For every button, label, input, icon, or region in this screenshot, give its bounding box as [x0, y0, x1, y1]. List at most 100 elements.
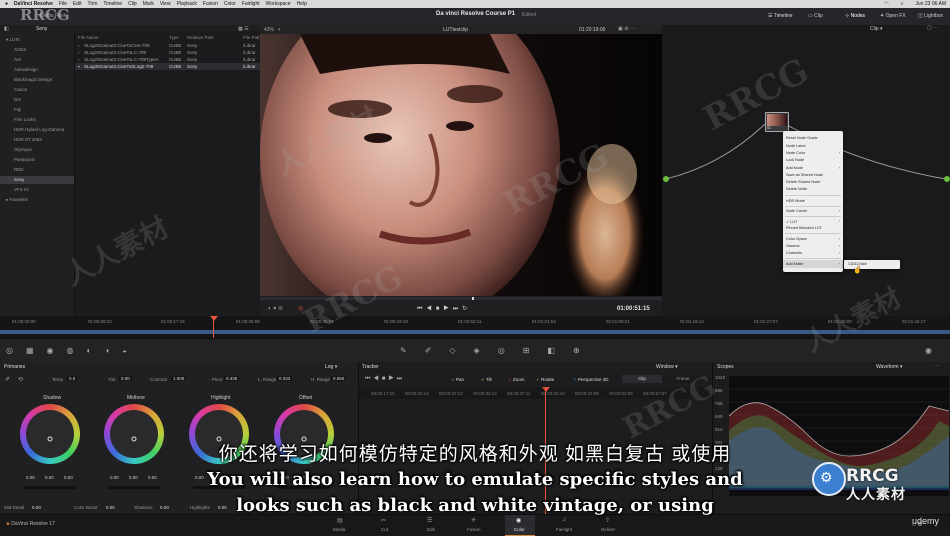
scope-options-icon[interactable]: ⋯ — [935, 363, 940, 369]
lrange-field[interactable]: 0.333 — [277, 376, 293, 381]
menu-item[interactable]: Gamma — [786, 244, 800, 248]
page-fairlight[interactable]: ♫ Fairlight — [553, 517, 579, 534]
tree-item[interactable]: ▸ Favorites — [6, 197, 28, 203]
check-zoom[interactable]: ✓ Zoom — [508, 377, 525, 383]
page-edit[interactable]: ☰ Edit — [418, 517, 444, 534]
menu-item[interactable]: Fairlight — [242, 1, 260, 7]
check-perspective[interactable]: ✓ Perspective 3D — [573, 377, 609, 383]
table-row[interactable]: ▫ SLog2SGamut3.CineToLC-709TypeA CUBE So… — [75, 56, 260, 63]
menu-item[interactable]: Node Cache — [786, 209, 807, 213]
menu-item[interactable]: View — [160, 1, 171, 7]
wifi-icon[interactable]: ◠ — [884, 1, 888, 7]
tracker-mode-select[interactable]: Window ▾ — [656, 364, 678, 370]
chevron-down-icon[interactable]: ▾ — [278, 27, 281, 33]
menu-item[interactable]: Fusion — [203, 1, 218, 7]
menu-item[interactable]: Channels — [786, 251, 802, 255]
column-header[interactable]: Type — [169, 35, 179, 40]
auto-balance-icon[interactable]: ⟲ — [18, 376, 23, 383]
tree-item[interactable]: ACES — [14, 47, 26, 52]
check-tilt[interactable]: ✓ Tilt — [481, 377, 492, 383]
tree-item[interactable]: Olympus — [14, 147, 32, 152]
menu-item[interactable]: Delete Shared Node — [786, 180, 820, 184]
tree-item[interactable]: ▾ LUTs — [6, 37, 20, 43]
table-row[interactable]: ▫ SLog2SGamut3.CineToCine-709 CUBE Sony … — [75, 42, 260, 49]
column-header[interactable]: File Path — [243, 35, 261, 40]
tree-item[interactable]: Film Looks — [14, 117, 36, 122]
menu-item[interactable]: Add Matte — [786, 262, 803, 266]
clip-button[interactable]: ▭ Clip — [808, 13, 823, 19]
transport-controls[interactable]: ⏮◀■▶⏭↻ — [417, 305, 471, 313]
tree-item[interactable]: Canon — [14, 87, 27, 92]
page-fusion[interactable]: ✳ Fusion — [462, 517, 488, 534]
tint-field[interactable]: 0.00 — [119, 376, 132, 381]
scrubber-handle[interactable] — [472, 297, 474, 300]
viewer-zoom[interactable]: 43% — [264, 27, 274, 33]
menu-item[interactable]: Node Label — [786, 144, 805, 148]
check-rotate[interactable]: ✓ Rotate — [536, 377, 554, 383]
column-header[interactable]: Relative Path — [187, 35, 214, 40]
menu-item[interactable]: Reset Node Grade — [786, 136, 818, 140]
tree-item[interactable]: RED — [14, 167, 24, 172]
tab-clip[interactable]: Clip — [622, 375, 662, 383]
menu-item[interactable]: Mark — [143, 1, 154, 7]
keyframe-icon[interactable]: ◉ — [925, 346, 932, 355]
tree-item-selected[interactable]: Sony — [0, 176, 74, 184]
menu-item[interactable]: Color — [224, 1, 236, 7]
menu-item[interactable]: Delete Node — [786, 187, 807, 191]
palette-icons-left[interactable]: ◎▦◉◍◐◑◒ — [6, 346, 140, 355]
menubar-clock[interactable]: Jun 23 06 AM — [915, 1, 946, 7]
apple-icon[interactable]: ● — [5, 1, 8, 7]
search-icon[interactable]: ⌕ — [901, 1, 904, 7]
menu-item[interactable]: ✓ LUT — [786, 219, 797, 224]
tree-item[interactable]: Blackmagic Design — [14, 77, 52, 82]
menu-item[interactable]: Timeline — [103, 1, 122, 7]
page-cut[interactable]: ✂ Cut — [372, 517, 398, 534]
node-output[interactable] — [944, 176, 950, 182]
scope-type-select[interactable]: Waveform ▾ — [876, 364, 903, 370]
tree-item[interactable]: HDR Hybrid Log-Gamma — [14, 127, 64, 132]
node-input[interactable] — [663, 176, 669, 182]
eyedropper-icon[interactable]: ✐ — [5, 376, 10, 383]
tree-item[interactable]: Panasonic — [14, 157, 35, 162]
menu-item[interactable]: Help — [297, 1, 307, 7]
menu-item[interactable]: Playback — [177, 1, 197, 7]
nodes-button[interactable]: ⊹ Nodes — [845, 13, 865, 19]
menu-item[interactable]: Edit — [73, 1, 82, 7]
page-media[interactable]: ▤ Media — [328, 517, 354, 534]
page-deliver[interactable]: ⇪ Deliver — [596, 517, 622, 534]
temp-field[interactable]: 0.0 — [67, 376, 78, 381]
serial-node[interactable]: 01 — [765, 112, 789, 132]
table-row-selected[interactable]: ▪ SLog3SGamut3.CineToSLog2-709 CUBE Sony… — [75, 63, 260, 70]
palette-icons-mid[interactable]: ✎✐◇◈◎⊞◧⊕ — [400, 346, 598, 355]
menu-item[interactable]: Lock Node — [786, 158, 804, 162]
tree-item[interactable]: DJI — [14, 97, 21, 102]
menu-item[interactable]: Workspace — [266, 1, 291, 7]
table-row[interactable]: ▫ SLog2SGamut3.CineToLC-709 CUBE Sony /L… — [75, 49, 260, 56]
tree-item[interactable]: HDR ST 2084 — [14, 137, 42, 142]
openfx-button[interactable]: ✦ Open FX — [880, 13, 906, 19]
menu-item[interactable]: Add Node — [786, 166, 803, 170]
menu-item[interactable]: Node Color — [786, 151, 805, 155]
menu-item[interactable]: Pinned Selected LUT — [786, 226, 822, 230]
tree-item[interactable]: VFX IO — [14, 187, 29, 192]
check-pan[interactable]: ✓ Pan — [451, 377, 464, 383]
menu-item[interactable]: Save as Shared Node — [786, 173, 823, 177]
tree-item[interactable]: Astrodesign — [14, 67, 38, 72]
track-buttons[interactable]: ⏮◀■▶⏭ — [365, 376, 405, 383]
viewer-options-icon[interactable]: ▣ ⚙ ⋯ — [618, 26, 635, 32]
contrast-field[interactable]: 1.000 — [171, 376, 187, 381]
hrange-field[interactable]: 0.550 — [331, 376, 347, 381]
playhead-handle[interactable] — [210, 316, 218, 321]
tree-item[interactable]: Fuji — [14, 107, 21, 112]
page-color-active[interactable]: ◉ Color — [505, 515, 535, 536]
viewer-mode-icon[interactable]: ◐ ▾ ⊘ — [268, 305, 283, 312]
timeline-button[interactable]: ☰ Timeline — [768, 13, 793, 19]
column-header[interactable]: File Name — [78, 35, 99, 40]
menu-item[interactable]: Trim — [88, 1, 98, 7]
tracker-playhead-handle[interactable] — [542, 387, 550, 392]
lightbox-button[interactable]: ◫ Lightbox — [918, 13, 943, 19]
primaries-mode-select[interactable]: Log ▾ — [325, 364, 337, 370]
menu-item[interactable]: Color Space — [786, 237, 807, 241]
pivot-field[interactable]: 0.435 — [224, 376, 240, 381]
menu-item[interactable]: Clip — [128, 1, 137, 7]
